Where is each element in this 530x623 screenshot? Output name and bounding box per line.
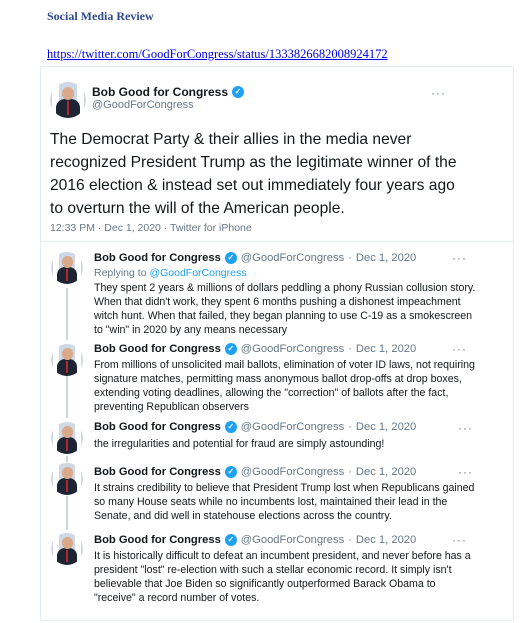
author-display-name[interactable]: Bob Good for Congress bbox=[94, 466, 221, 478]
more-options-icon[interactable]: ··· bbox=[458, 421, 473, 435]
thread-connector bbox=[66, 496, 68, 530]
reply-text: From millions of unsolicited mail ballot… bbox=[94, 359, 475, 413]
verified-badge-icon: ✓ bbox=[224, 252, 237, 264]
tweet-text: The Democrat Party & their allies in the… bbox=[50, 131, 457, 217]
separator: · bbox=[348, 466, 352, 478]
thread-connector bbox=[66, 288, 68, 340]
verified-badge-icon: ✓ bbox=[224, 421, 237, 433]
avatar[interactable] bbox=[50, 82, 86, 118]
tweet-date[interactable]: Dec 1, 2020 bbox=[356, 421, 416, 433]
replying-label: Replying to bbox=[94, 267, 147, 279]
replying-mention-link[interactable]: @GoodForCongress bbox=[149, 267, 246, 279]
author-display-name[interactable]: Bob Good for Congress bbox=[94, 252, 221, 264]
divider bbox=[40, 241, 514, 242]
author-handle[interactable]: @GoodForCongress bbox=[241, 534, 344, 546]
tweet-date[interactable]: Dec 1, 2020 bbox=[356, 466, 416, 478]
thread-connector bbox=[66, 376, 68, 418]
more-options-icon[interactable]: ··· bbox=[452, 533, 467, 547]
author-handle[interactable]: @GoodForCongress bbox=[241, 421, 344, 433]
author-name[interactable]: Bob Good for Congress ✓ bbox=[92, 85, 244, 99]
review-title: Social Media Review bbox=[47, 9, 154, 23]
author-display-name[interactable]: Bob Good for Congress bbox=[94, 343, 221, 355]
more-options-icon[interactable]: ··· bbox=[452, 251, 467, 265]
reply-text: It is historically difficult to defeat a… bbox=[94, 550, 471, 604]
avatar[interactable] bbox=[51, 344, 83, 376]
avatar[interactable] bbox=[51, 252, 83, 284]
thread-connector bbox=[66, 456, 68, 462]
verified-badge-icon: ✓ bbox=[224, 466, 237, 478]
reply-header: Bob Good for Congress ✓ @GoodForCongress… bbox=[94, 252, 416, 264]
replying-to: Replying to @GoodForCongress bbox=[94, 267, 247, 279]
reply-header: Bob Good for Congress ✓ @GoodForCongress… bbox=[94, 421, 416, 433]
separator: · bbox=[348, 534, 352, 546]
separator: · bbox=[348, 252, 352, 264]
author-handle[interactable]: @GoodForCongress bbox=[92, 99, 194, 111]
tweet-date[interactable]: Dec 1, 2020 bbox=[356, 343, 416, 355]
author-display-name[interactable]: Bob Good for Congress bbox=[92, 85, 228, 99]
reply-text: It strains credibility to believe that P… bbox=[94, 482, 475, 522]
separator: · bbox=[348, 421, 352, 433]
more-options-icon[interactable]: ··· bbox=[431, 86, 446, 100]
author-handle[interactable]: @GoodForCongress bbox=[241, 343, 344, 355]
author-handle[interactable]: @GoodForCongress bbox=[241, 252, 344, 264]
author-display-name[interactable]: Bob Good for Congress bbox=[94, 534, 221, 546]
reply-header: Bob Good for Congress ✓ @GoodForCongress… bbox=[94, 466, 416, 478]
verified-badge-icon: ✓ bbox=[224, 534, 237, 546]
source-url-link[interactable]: https://twitter.com/GoodForCongress/stat… bbox=[47, 47, 388, 62]
avatar[interactable] bbox=[51, 463, 83, 495]
reply-text: They spent 2 years & millions of dollars… bbox=[94, 282, 476, 336]
tweet-date[interactable]: Dec 1, 2020 bbox=[356, 252, 416, 264]
verified-badge-icon: ✓ bbox=[232, 86, 244, 98]
reply-header: Bob Good for Congress ✓ @GoodForCongress… bbox=[94, 534, 416, 546]
more-options-icon[interactable]: ··· bbox=[452, 342, 467, 356]
avatar[interactable] bbox=[51, 533, 83, 565]
verified-badge-icon: ✓ bbox=[224, 343, 237, 355]
author-handle[interactable]: @GoodForCongress bbox=[241, 466, 344, 478]
avatar[interactable] bbox=[51, 422, 83, 454]
tweet-date[interactable]: Dec 1, 2020 bbox=[356, 534, 416, 546]
more-options-icon[interactable]: ··· bbox=[458, 465, 473, 479]
tweet-timestamp[interactable]: 12:33 PM · Dec 1, 2020 · Twitter for iPh… bbox=[50, 222, 252, 234]
separator: · bbox=[348, 343, 352, 355]
reply-header: Bob Good for Congress ✓ @GoodForCongress… bbox=[94, 343, 416, 355]
reply-text: the irregularities and potential for fra… bbox=[94, 438, 385, 450]
author-display-name[interactable]: Bob Good for Congress bbox=[94, 421, 221, 433]
